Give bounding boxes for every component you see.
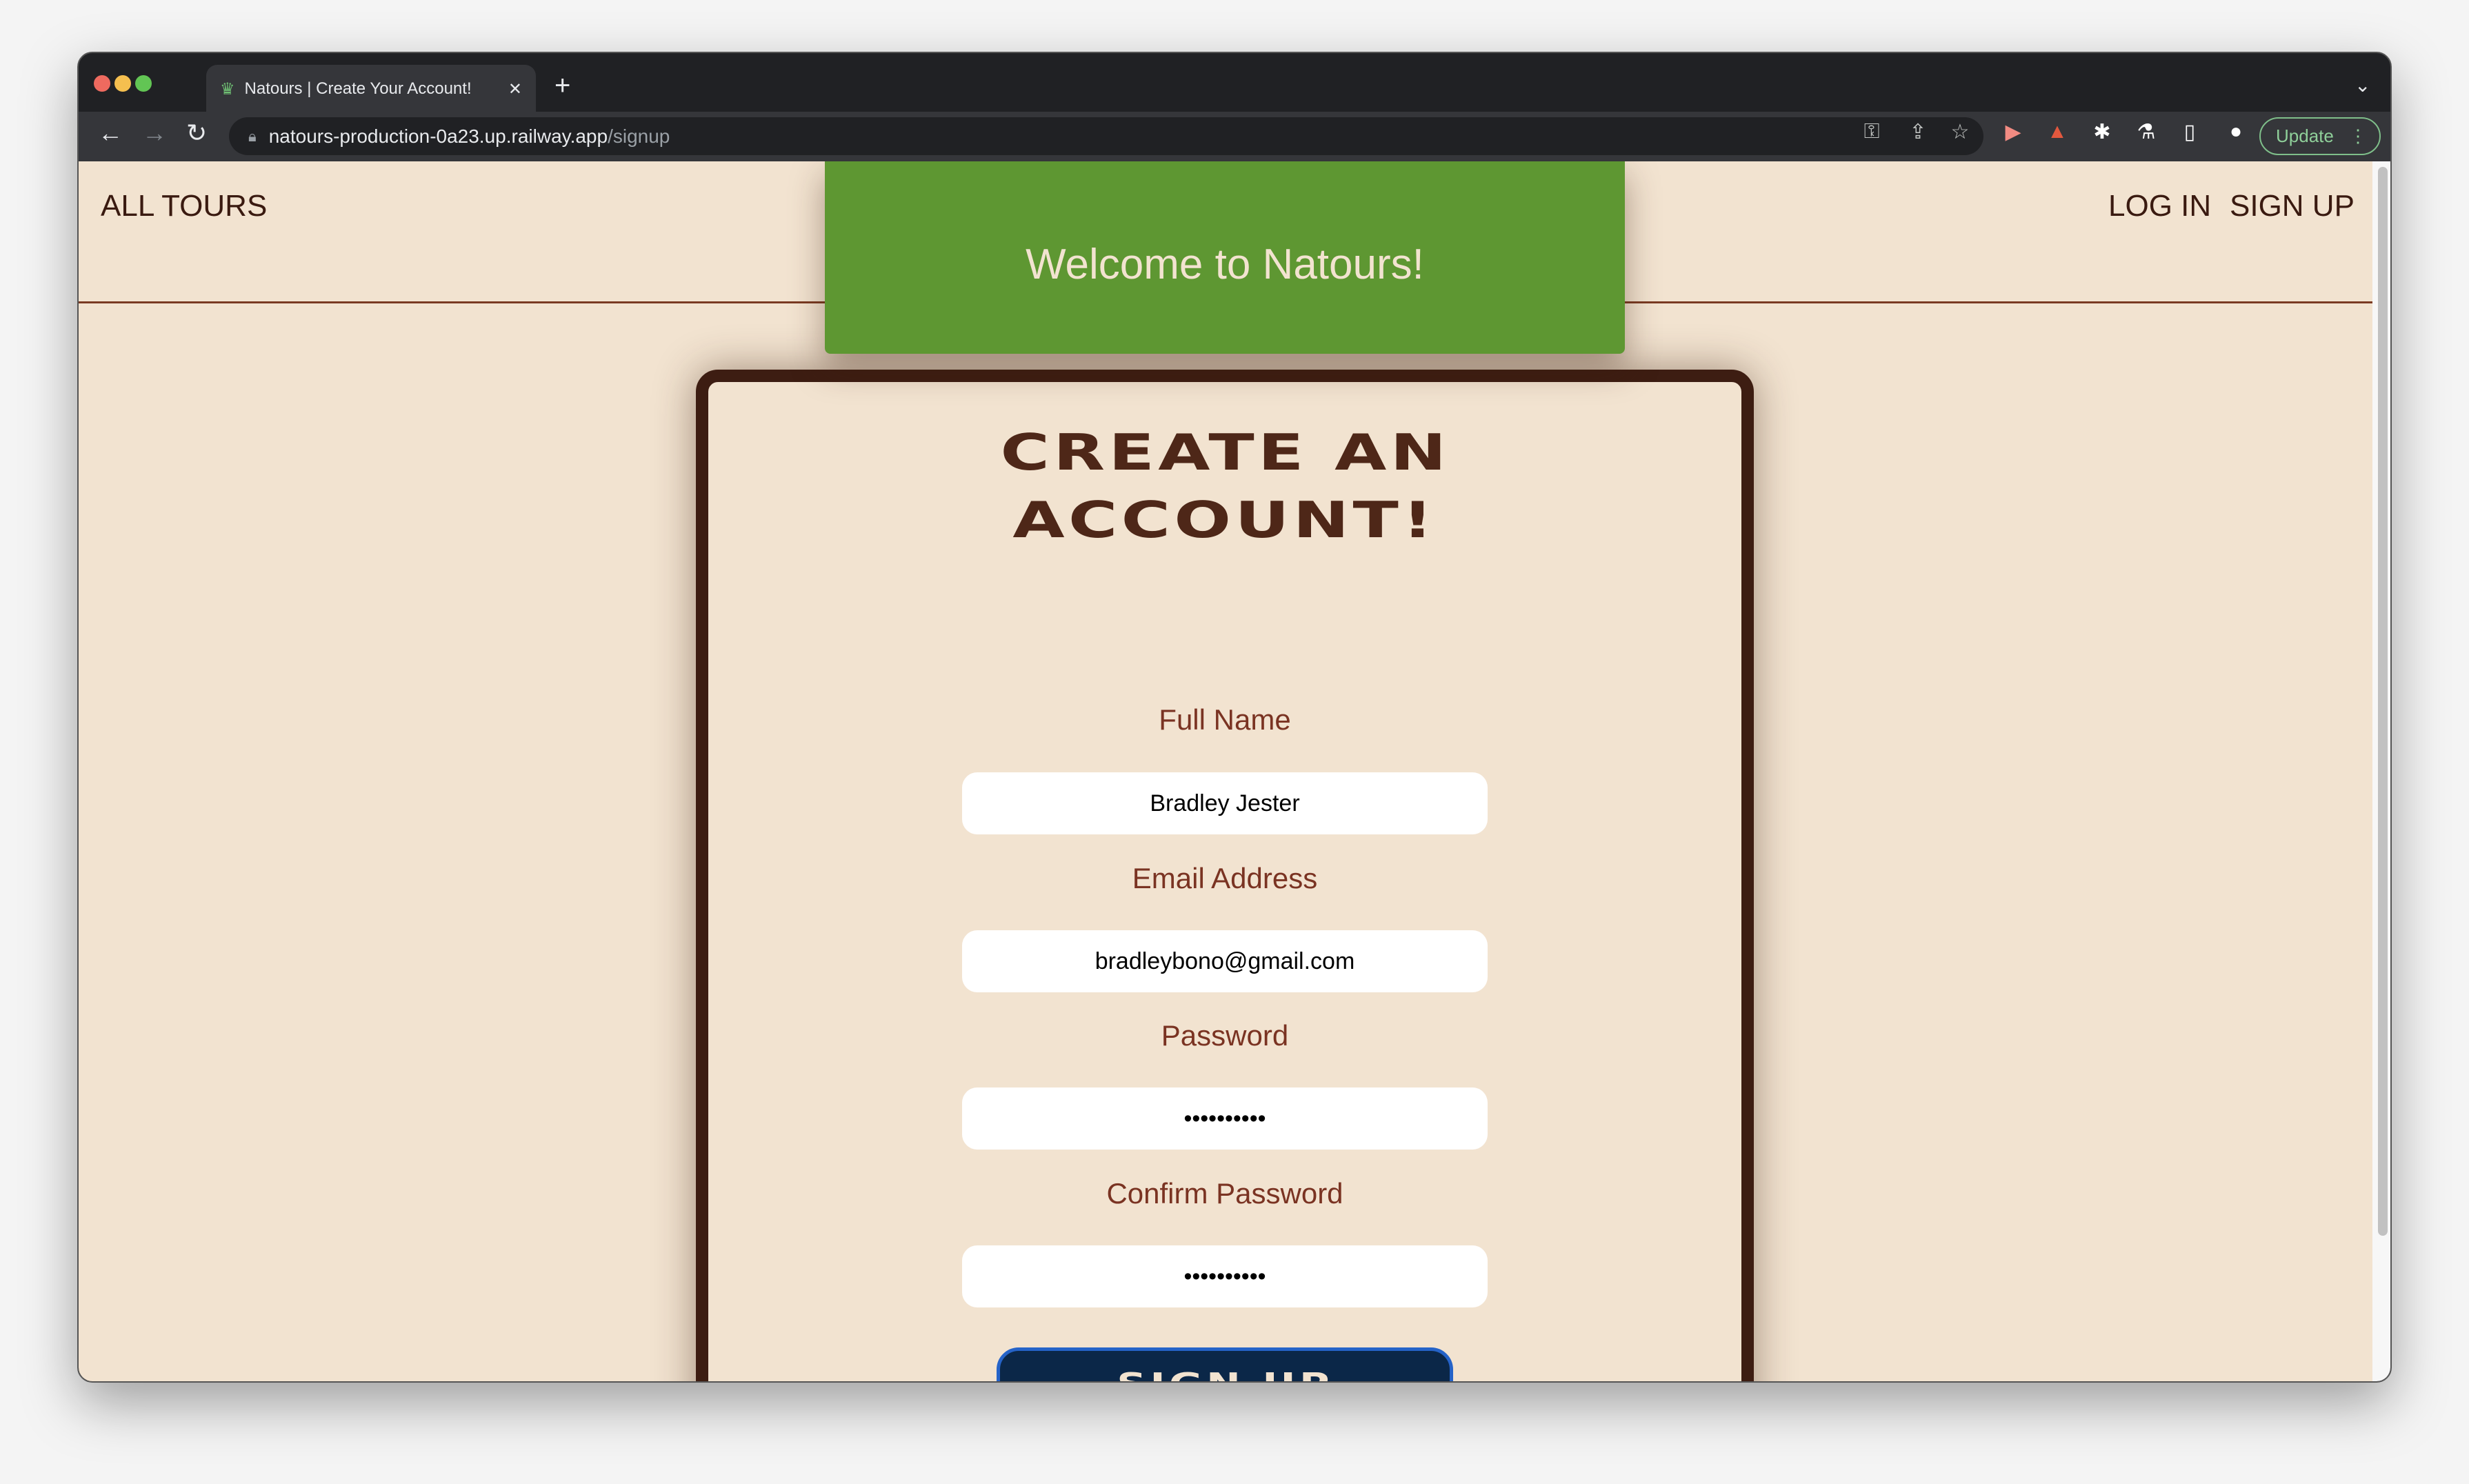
full-name-input[interactable] xyxy=(962,772,1488,834)
confirm-password-input[interactable] xyxy=(962,1245,1488,1307)
all-tours-link[interactable]: ALL TOURS xyxy=(101,189,267,223)
forward-icon[interactable]: → xyxy=(142,119,167,148)
bookmark-star-icon[interactable]: ☆ xyxy=(1946,120,1974,144)
scrollbar-thumb[interactable] xyxy=(2378,167,2388,1236)
menu-kebab-icon[interactable]: ⋮ xyxy=(2349,126,2367,147)
lock-icon: 🔒︎ xyxy=(248,127,257,145)
natours-favicon-icon: ♛ xyxy=(220,79,235,99)
key-icon[interactable]: ⚿ xyxy=(1858,120,1886,143)
browser-toolbar: ← → ↻ 🔒︎ natours-production-0a23.up.rail… xyxy=(79,112,2390,161)
profile-icon[interactable]: ● xyxy=(2222,120,2250,143)
sign-up-submit-button[interactable]: SIGN UP xyxy=(997,1347,1453,1381)
page-content: ALL TOURS LOG IN SIGN UP Welcome to Nato… xyxy=(79,161,2372,1381)
close-window-button[interactable] xyxy=(94,75,110,92)
password-label: Password xyxy=(1161,1019,1289,1052)
email-label: Email Address xyxy=(1132,862,1318,894)
full-name-label: Full Name xyxy=(1159,703,1291,736)
url-path: /signup xyxy=(608,125,670,147)
tab-search-chevron-icon[interactable]: ⌄ xyxy=(2355,74,2370,97)
form-heading-line2: ACCOUNT! xyxy=(1012,491,1437,549)
browser-tab[interactable]: ♛ Natours | Create Your Account! ✕ xyxy=(206,65,536,113)
back-icon[interactable]: ← xyxy=(98,119,123,148)
new-tab-button[interactable]: + xyxy=(554,70,570,101)
extensions-puzzle-icon[interactable]: ✱ xyxy=(2088,120,2116,144)
log-in-link[interactable]: LOG IN xyxy=(2108,189,2211,223)
extension-record-icon[interactable]: ▶ xyxy=(1999,120,2027,144)
reload-icon[interactable]: ↻ xyxy=(186,119,207,148)
scrollbar[interactable] xyxy=(2372,161,2390,1381)
lighthouse-icon[interactable]: ▲ xyxy=(2043,120,2071,143)
password-input[interactable] xyxy=(962,1087,1488,1150)
confirm-password-label: Confirm Password xyxy=(1106,1177,1343,1210)
welcome-text: Welcome to Natours! xyxy=(1026,241,1424,288)
maximize-window-button[interactable] xyxy=(135,75,152,92)
welcome-banner: Welcome to Natours! xyxy=(825,161,1625,354)
form-heading-line1: CREATE AN xyxy=(999,423,1450,481)
close-tab-icon[interactable]: ✕ xyxy=(508,79,522,99)
address-bar[interactable]: 🔒︎ natours-production-0a23.up.railway.ap… xyxy=(229,117,1983,155)
update-label: Update xyxy=(2276,126,2334,146)
side-panel-icon[interactable]: ▯ xyxy=(2176,120,2203,144)
minimize-window-button[interactable] xyxy=(114,75,131,92)
tab-title: Natours | Create Your Account! xyxy=(244,79,472,98)
email-input[interactable] xyxy=(962,930,1488,992)
sign-up-link[interactable]: SIGN UP xyxy=(2230,189,2355,223)
url-host: natours-production-0a23.up.railway.app xyxy=(268,125,608,147)
share-icon[interactable]: ⇪ xyxy=(1904,120,1932,144)
flask-icon[interactable]: ⚗ xyxy=(2132,120,2160,144)
browser-window: ♛ Natours | Create Your Account! ✕ + ⌄ ←… xyxy=(77,52,2392,1383)
update-button[interactable]: Update ⋮ xyxy=(2259,117,2381,155)
